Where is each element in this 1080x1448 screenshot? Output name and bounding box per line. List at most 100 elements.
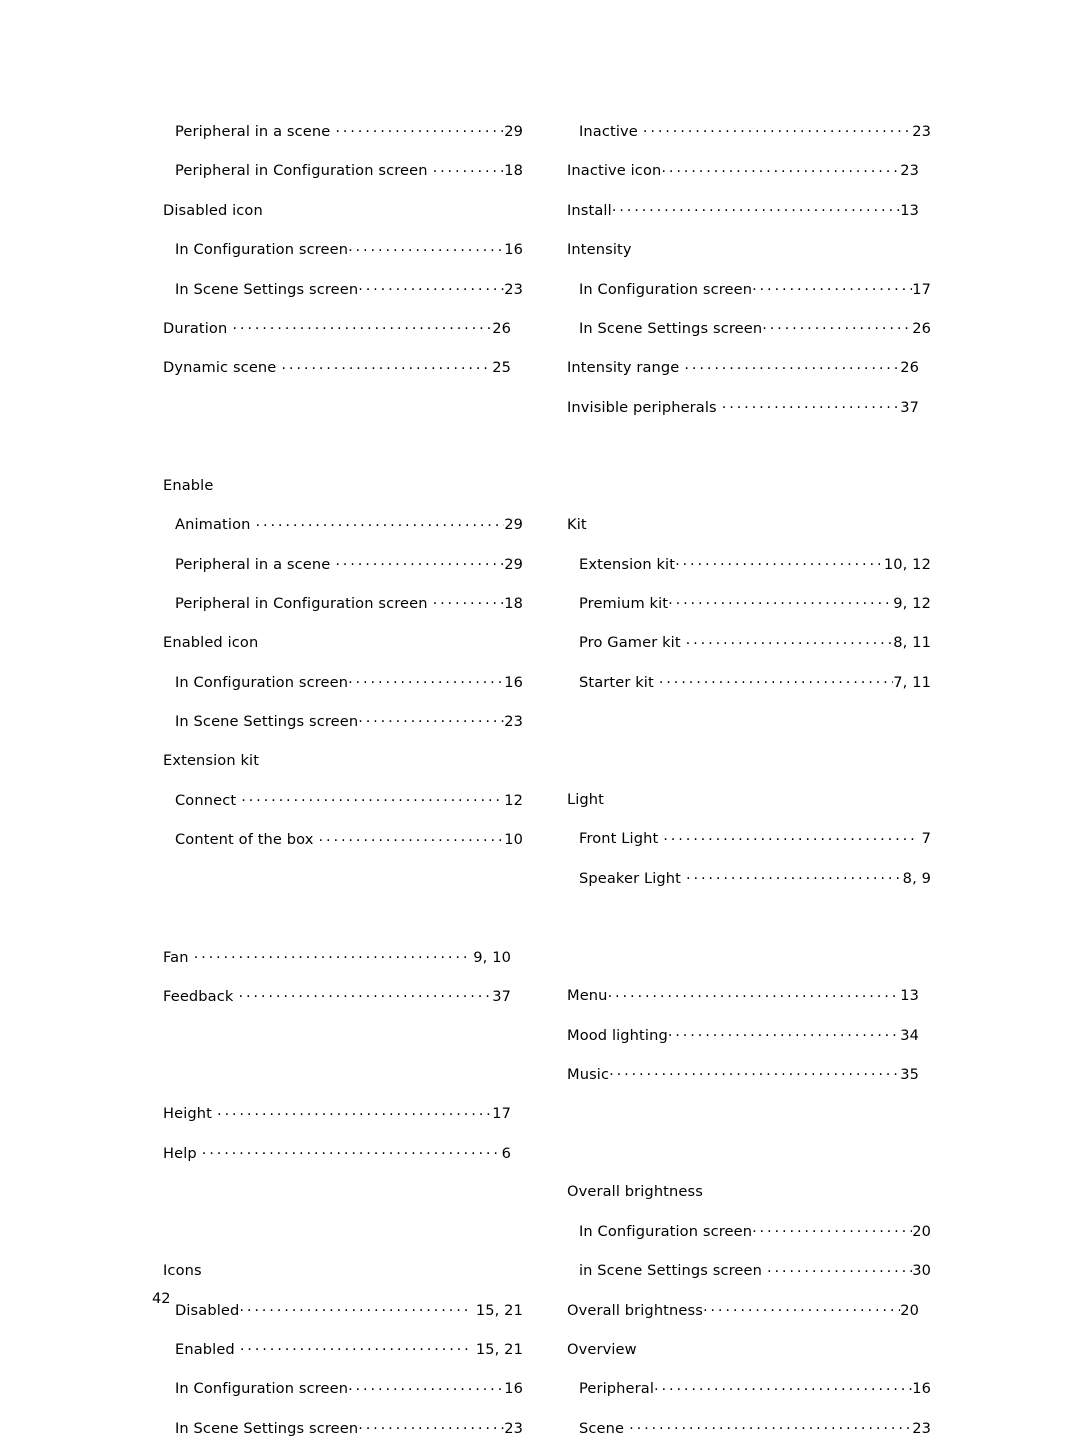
index-heading[interactable]: Intensity (567, 230, 919, 269)
index-entry-label: Music (567, 1066, 610, 1084)
index-columns: Peripheral in a scene 29 Peripheral in Con… (0, 0, 1080, 1436)
index-entry-label: Install (567, 201, 612, 219)
index-entry[interactable]: Disabled 15, 21 (163, 1291, 523, 1330)
index-entry-page-number: 23 (504, 713, 523, 731)
index-entry[interactable]: Mood lighting 34 (567, 1016, 919, 1055)
index-group-separator (567, 427, 919, 505)
index-entry-label: Overall brightness (567, 1301, 703, 1319)
index-heading[interactable]: Extension kit (163, 741, 511, 780)
index-entry-label: In Scene Settings screen (175, 1419, 359, 1437)
index-leader-dots (202, 1143, 498, 1158)
index-entry[interactable]: Peripheral 16 (567, 1369, 931, 1408)
index-entry[interactable]: Connect 12 (163, 781, 523, 820)
index-entry[interactable]: Content of the box 10 (163, 820, 523, 859)
index-entry[interactable]: Front Light 7 (567, 819, 931, 858)
index-entry[interactable]: Inactive 23 (567, 112, 931, 151)
index-leader-dots (348, 672, 504, 687)
index-entry-page-number: 29 (504, 516, 523, 534)
index-entry-page-number: 12 (504, 791, 523, 809)
index-heading[interactable]: Overview (567, 1330, 919, 1369)
index-leader-dots (348, 240, 504, 255)
index-entry[interactable]: Intensity range 26 (567, 348, 919, 387)
index-entry[interactable]: In Configuration screen 20 (567, 1212, 931, 1251)
index-entry[interactable]: Dynamic scene 25 (163, 348, 511, 387)
index-entry-page-number: 26 (492, 319, 511, 337)
index-entry[interactable]: In Scene Settings screen 23 (163, 1409, 523, 1448)
index-entry[interactable]: Peripheral in a scene 29 (163, 545, 523, 584)
index-entry[interactable]: Extension kit 10, 12 (567, 545, 931, 584)
index-heading[interactable]: Icons (163, 1251, 511, 1290)
index-entry[interactable]: Height 17 (163, 1094, 511, 1133)
index-entry-label: In Configuration screen (579, 1222, 753, 1240)
index-entry[interactable]: in Scene Settings screen 30 (567, 1251, 931, 1290)
index-entry[interactable]: Pro Gamer kit 8, 11 (567, 623, 931, 662)
index-entry-page-number: 7 (921, 830, 931, 848)
index-entry-label: Height (163, 1105, 212, 1123)
index-entry-label: Starter kit (579, 673, 654, 691)
index-entry-label: In Configuration screen (175, 241, 349, 259)
index-entry[interactable]: Scene 23 (567, 1409, 931, 1448)
index-entry-label: Overall brightness (567, 1183, 703, 1201)
index-entry-label: Dynamic scene (163, 359, 277, 377)
index-entry[interactable]: Music 35 (567, 1055, 919, 1094)
index-entry[interactable]: In Configuration screen 16 (163, 1369, 523, 1408)
index-entry[interactable]: Menu 13 (567, 976, 919, 1015)
index-leader-dots (238, 986, 492, 1001)
index-entry[interactable]: In Configuration screen 16 (163, 663, 523, 702)
index-entry-label: Inactive (579, 123, 638, 140)
index-entry[interactable]: Fan 9, 10 (163, 938, 511, 977)
index-entry[interactable]: In Scene Settings screen 26 (567, 309, 931, 348)
index-heading[interactable]: Enable (163, 466, 511, 505)
index-heading[interactable]: Light (567, 780, 919, 819)
index-entry-label: Enable (163, 476, 214, 494)
index-entry-label: Icons (163, 1262, 202, 1280)
index-entry[interactable]: In Scene Settings screen 23 (163, 702, 523, 741)
index-entry-page-number: 16 (504, 673, 523, 691)
index-entry[interactable]: Invisible peripherals 37 (567, 388, 919, 427)
index-entry[interactable]: Inactive icon 23 (567, 151, 919, 190)
index-entry-page-number: 10, 12 (883, 555, 931, 573)
index-entry[interactable]: In Configuration screen 16 (163, 230, 523, 269)
index-entry-label: Content of the box (175, 831, 314, 849)
index-leader-dots (358, 1418, 504, 1433)
index-entry-label: Duration (163, 319, 228, 337)
index-leader-dots (241, 790, 504, 805)
index-entry[interactable]: In Configuration screen 17 (567, 270, 931, 309)
index-entry[interactable]: Animation 29 (163, 505, 523, 544)
index-entry[interactable]: Peripheral in Configuration screen 18 (163, 151, 523, 190)
index-entry-label: Fan (163, 948, 189, 966)
index-entry[interactable]: Help 6 (163, 1134, 511, 1173)
index-entry[interactable]: In Scene Settings screen 23 (163, 270, 523, 309)
index-entry[interactable]: Overall brightness 20 (567, 1291, 919, 1330)
index-entry-page-number: 26 (900, 359, 919, 377)
index-entry[interactable]: Feedback 37 (163, 977, 511, 1016)
index-leader-dots (752, 1221, 912, 1236)
index-leader-dots (358, 279, 504, 294)
index-heading[interactable]: Disabled icon (163, 191, 511, 230)
index-entry[interactable]: Starter kit 7, 11 (567, 663, 931, 702)
index-entry-label: Extension kit (163, 752, 260, 770)
index-entry-page-number: 8, 11 (893, 634, 931, 652)
index-leader-dots (240, 1339, 472, 1354)
index-leader-dots (433, 593, 505, 608)
index-entry-page-number: 25 (492, 359, 511, 377)
index-entry-label: Enabled icon (163, 634, 259, 652)
index-entry[interactable]: Speaker Light 8, 9 (567, 859, 931, 898)
index-entry-label: Menu (567, 987, 608, 1005)
index-entry-label: Connect (175, 791, 237, 809)
index-group-separator (163, 1173, 511, 1251)
index-entry[interactable]: Install 13 (567, 191, 919, 230)
index-leader-dots (239, 1300, 472, 1315)
index-heading[interactable]: Kit (567, 505, 919, 544)
index-entry[interactable]: Duration 26 (163, 309, 511, 348)
index-entry[interactable]: Peripheral in a scene 29 (163, 112, 523, 151)
index-leader-dots (722, 397, 900, 412)
index-heading[interactable]: Enabled icon (163, 623, 511, 662)
index-entry[interactable]: Premium kit 9, 12 (567, 584, 931, 623)
index-leader-dots (335, 554, 504, 569)
index-entry[interactable]: Enabled 15, 21 (163, 1330, 523, 1369)
index-page: Peripheral in a scene 29 Peripheral in Con… (0, 0, 1080, 1437)
index-heading[interactable]: Overall brightness (567, 1172, 919, 1211)
index-entry-label: Invisible peripherals (567, 398, 717, 416)
index-entry[interactable]: Peripheral in Configuration screen 18 (163, 584, 523, 623)
